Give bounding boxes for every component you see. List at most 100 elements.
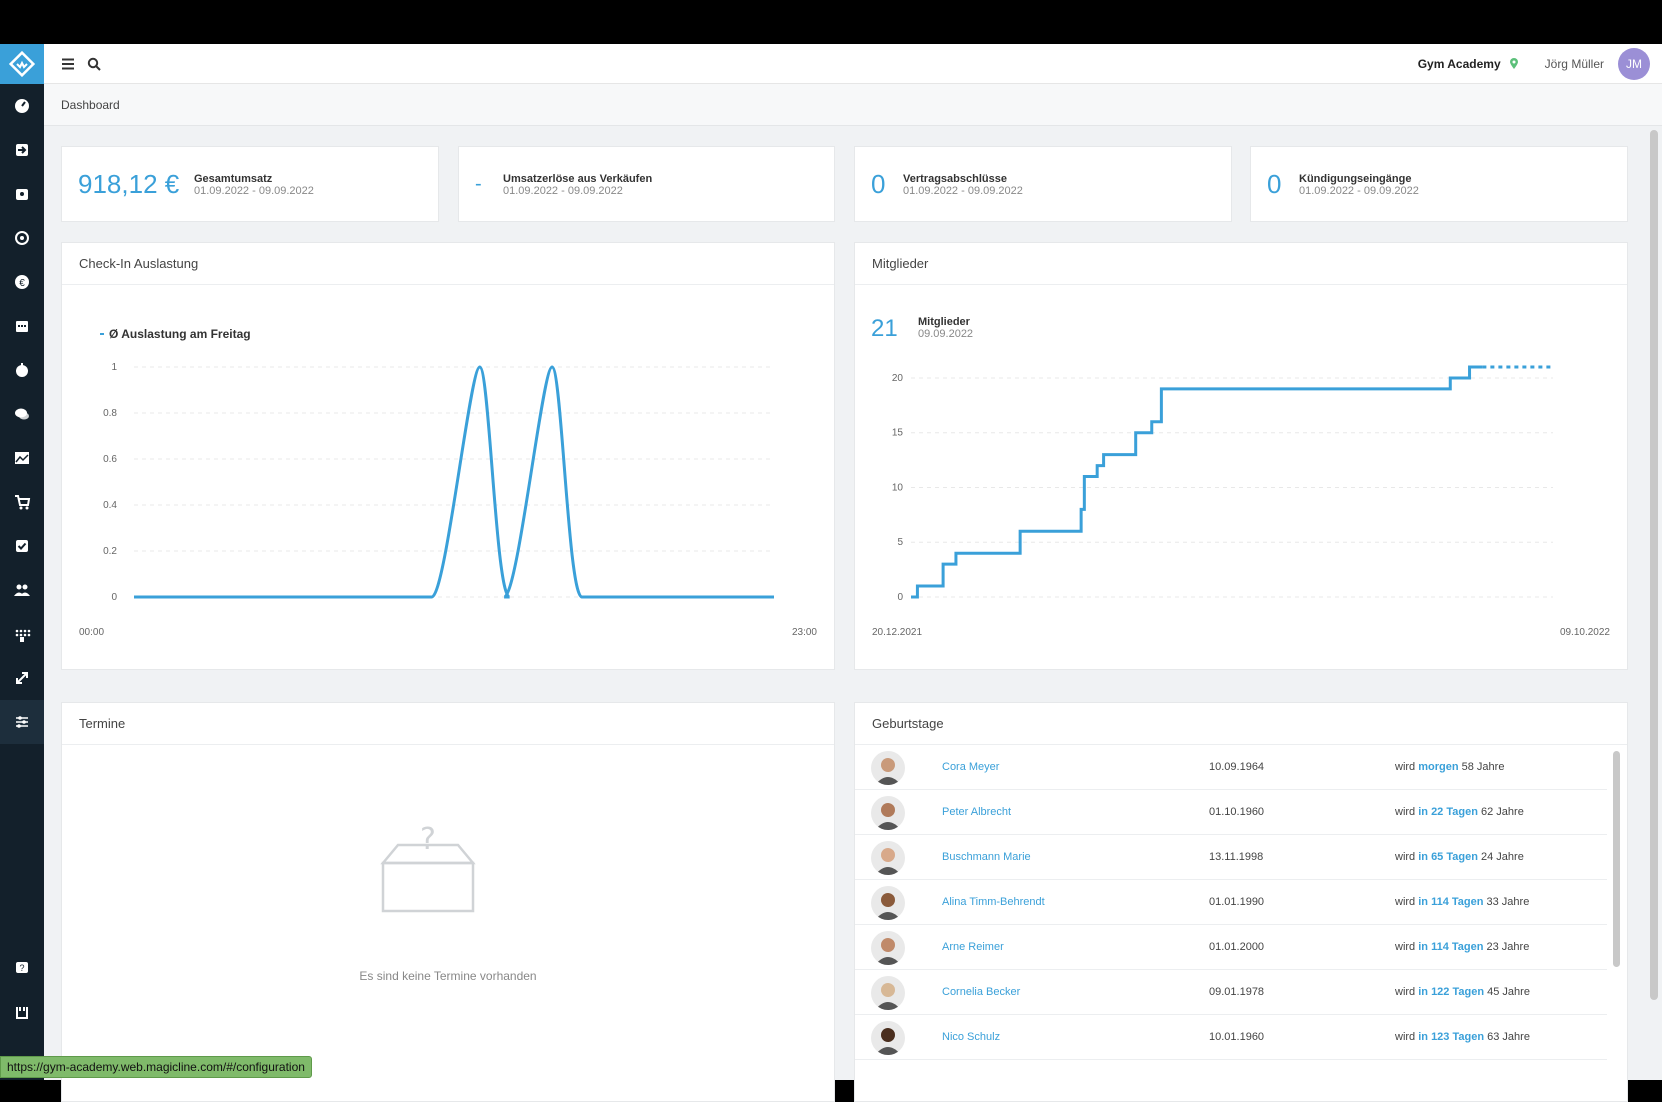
member-photo[interactable] xyxy=(871,1021,905,1055)
birthday-row[interactable]: Arne Reimer 01.01.2000 wird in 114 Tagen… xyxy=(855,925,1607,970)
kpi-value: 918,12 € xyxy=(78,169,180,199)
y-tick-label: 20 xyxy=(892,373,904,384)
kpi-range: 01.09.2022 - 09.09.2022 xyxy=(503,185,623,197)
appointments-card: Termine ? Es sind keine Termine vorhande… xyxy=(61,702,835,1102)
kpi-title: Kündigungseingänge xyxy=(1299,173,1412,185)
location-pin-icon xyxy=(1509,58,1518,69)
device-icon[interactable] xyxy=(0,612,44,656)
member-photo[interactable] xyxy=(871,841,905,875)
member-photo[interactable] xyxy=(871,931,905,965)
birthday-row[interactable]: Cora Meyer 10.09.1964 wird morgen 58 Jah… xyxy=(855,745,1607,790)
menu-icon[interactable] xyxy=(58,54,78,74)
checkin-card: Check-In Auslastung Ø Auslastung am Frei… xyxy=(61,242,835,670)
birthday-info: wird in 114 Tagen 23 Jahre xyxy=(1395,941,1530,953)
statistics-icon[interactable] xyxy=(0,436,44,480)
checkin-icon[interactable] xyxy=(0,128,44,172)
member-photo[interactable] xyxy=(871,796,905,830)
birth-date: 01.01.2000 xyxy=(1209,941,1265,953)
card-header: Check-In Auslastung xyxy=(62,243,834,285)
y-tick-label: 15 xyxy=(892,428,904,439)
card-title: Mitglieder xyxy=(872,256,929,271)
birthday-row[interactable]: Peter Albrecht 01.10.1960 wird in 22 Tag… xyxy=(855,790,1607,835)
birth-date: 01.10.1960 xyxy=(1209,806,1265,818)
birth-date: 10.01.1960 xyxy=(1209,1031,1265,1043)
user-avatar[interactable]: JM xyxy=(1618,48,1650,80)
birthday-info: wird morgen 58 Jahre xyxy=(1395,761,1505,773)
birthday-row[interactable]: Nico Schulz 10.01.1960 wird in 123 Tagen… xyxy=(855,1015,1607,1060)
kpi-title: Umsatzerlöse aus Verkäufen xyxy=(503,173,653,185)
kpi-card-sales[interactable]: - Umsatzerlöse aus Verkäufen 01.09.2022 … xyxy=(458,146,835,222)
finance-icon[interactable]: € xyxy=(0,260,44,304)
member-name[interactable]: Cornelia Becker xyxy=(942,986,1020,998)
svg-text:€: € xyxy=(19,278,25,289)
member-name[interactable]: Peter Albrecht xyxy=(942,806,1011,818)
birthday-info: wird in 65 Tagen 24 Jahre xyxy=(1395,851,1524,863)
page-scrollbar-thumb[interactable] xyxy=(1650,130,1658,1000)
member-photo[interactable] xyxy=(871,751,905,785)
birthdays-card: Geburtstage Cora Meyer 10.09.1964 wird m… xyxy=(854,702,1628,1102)
chat-icon[interactable] xyxy=(0,392,44,436)
studio-selector[interactable]: Gym Academy xyxy=(1418,57,1501,71)
birth-date: 09.01.1978 xyxy=(1209,986,1265,998)
kpi-value: 0 xyxy=(1267,169,1282,199)
x-tick-start: 20.12.2021 xyxy=(872,627,922,638)
target-icon[interactable] xyxy=(0,216,44,260)
screen-top-bar xyxy=(0,0,1662,44)
card-header: Geburtstage xyxy=(855,703,1627,745)
card-title: Geburtstage xyxy=(872,716,944,731)
logo[interactable] xyxy=(0,44,44,84)
birthday-row[interactable]: Buschmann Marie 13.11.1998 wird in 65 Ta… xyxy=(855,835,1607,880)
y-tick-label: 0.4 xyxy=(103,500,117,511)
legend-swatch xyxy=(100,333,104,335)
member-photo[interactable] xyxy=(871,886,905,920)
legend-label: Ø Auslastung am Freitag xyxy=(109,327,251,341)
members-series-line xyxy=(911,365,1483,599)
x-tick-end: 09.10.2022 xyxy=(1560,627,1610,638)
tasks-icon[interactable] xyxy=(0,524,44,568)
svg-text:?: ? xyxy=(19,963,24,973)
expand-icon[interactable] xyxy=(0,656,44,700)
kpi-card-revenue[interactable]: 918,12 € Gesamtumsatz 01.09.2022 - 09.09… xyxy=(61,146,439,222)
member-name[interactable]: Arne Reimer xyxy=(942,941,1004,953)
birthday-row[interactable]: Alina Timm-Behrendt 01.01.1990 wird in 1… xyxy=(855,880,1607,925)
card-title: Check-In Auslastung xyxy=(79,256,199,271)
top-bar: Gym Academy Jörg Müller JM xyxy=(44,44,1662,84)
member-photo[interactable] xyxy=(871,976,905,1010)
birth-date: 13.11.1998 xyxy=(1209,851,1264,863)
member-name[interactable]: Buschmann Marie xyxy=(942,851,1031,863)
dashboard-icon[interactable] xyxy=(0,84,44,128)
checkin-chart: Ø Auslastung am Freitag 0 0.2 0.4 0.6 0.8 1 0… xyxy=(79,327,817,638)
calendar-icon[interactable] xyxy=(0,304,44,348)
kpi-card-contracts[interactable]: 0 Vertragsabschlüsse 01.09.2022 - 09.09.… xyxy=(854,146,1232,222)
help-icon[interactable]: ? xyxy=(0,946,44,990)
y-tick-label: 0.6 xyxy=(103,454,117,465)
kpi-card-cancellations[interactable]: 0 Kündigungseingänge 01.09.2022 - 09.09.… xyxy=(1250,146,1628,222)
birthday-row[interactable]: Cornelia Becker 09.01.1978 wird in 122 T… xyxy=(855,970,1607,1015)
timer-icon[interactable] xyxy=(0,348,44,392)
settings-sliders-icon[interactable] xyxy=(0,700,44,744)
search-icon[interactable] xyxy=(84,54,104,74)
birthday-list: Cora Meyer 10.09.1964 wird morgen 58 Jah… xyxy=(855,745,1607,1101)
customers-icon[interactable] xyxy=(0,172,44,216)
birthday-info: wird in 123 Tagen 63 Jahre xyxy=(1395,1031,1530,1043)
employees-icon[interactable] xyxy=(0,568,44,612)
y-tick-label: 1 xyxy=(111,362,117,373)
user-name[interactable]: Jörg Müller xyxy=(1545,57,1604,71)
x-tick-end: 23:00 xyxy=(792,627,817,638)
shop-cart-icon[interactable] xyxy=(0,480,44,524)
members-chart: 0 5 10 15 20 20.12.2021 09.10.2022 xyxy=(872,365,1610,638)
card-title: Termine xyxy=(79,716,126,731)
x-tick-start: 00:00 xyxy=(79,627,104,638)
kpi-range: 01.09.2022 - 09.09.2022 xyxy=(903,185,1023,197)
y-tick-label: 0 xyxy=(111,592,117,603)
member-name[interactable]: Nico Schulz xyxy=(942,1031,1000,1043)
member-name[interactable]: Cora Meyer xyxy=(942,761,999,773)
members-card: Mitglieder 21 Mitglieder 09.09.2022 0 5 10… xyxy=(854,242,1628,670)
y-tick-label: 0 xyxy=(897,592,903,603)
card-header: Mitglieder xyxy=(855,243,1627,285)
member-name[interactable]: Alina Timm-Behrendt xyxy=(942,896,1045,908)
breadcrumb: Dashboard xyxy=(61,98,120,112)
logo-icon xyxy=(9,51,35,77)
scrollbar-thumb[interactable] xyxy=(1613,751,1620,967)
studio-icon[interactable] xyxy=(0,990,44,1034)
